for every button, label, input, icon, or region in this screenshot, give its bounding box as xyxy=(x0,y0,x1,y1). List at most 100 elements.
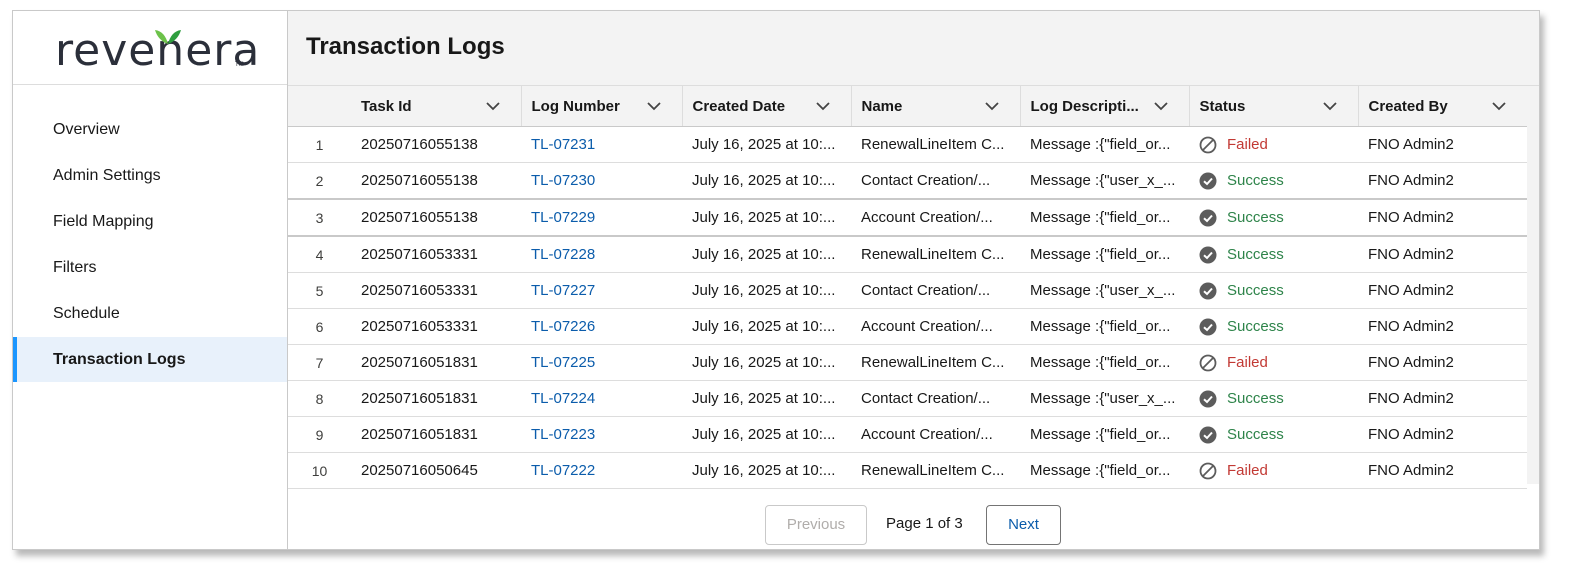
log-number-link[interactable]: TL-07222 xyxy=(531,462,595,479)
chevron-down-icon[interactable] xyxy=(485,98,501,114)
cell-created-date: July 16, 2025 at 10:... xyxy=(682,272,851,309)
column-header-label: Status xyxy=(1199,97,1246,115)
column-header-label: Created By xyxy=(1368,97,1448,115)
table-row[interactable]: 10 20250716050645 TL-07222 July 16, 2025 at… xyxy=(288,452,1527,489)
column-header-label: Log Number xyxy=(531,97,620,115)
sidebar: revenera TM Overview Admin Settings Fiel… xyxy=(13,11,288,549)
cell-description: Message :{"field_or... xyxy=(1020,344,1189,381)
cell-created-by: FNO Admin2 xyxy=(1358,198,1527,237)
previous-button[interactable]: Previous xyxy=(765,505,867,545)
sidebar-item-label: Overview xyxy=(53,121,120,138)
row-number: 5 xyxy=(288,272,351,309)
chevron-down-icon[interactable] xyxy=(1491,98,1507,114)
cell-created-date: July 16, 2025 at 10:... xyxy=(682,126,851,163)
column-header-created-by[interactable]: Created By xyxy=(1358,86,1528,127)
table-row[interactable]: 7 20250716051831 TL-07225 July 16, 2025 at … xyxy=(288,344,1527,381)
cell-status: Success xyxy=(1189,236,1358,273)
log-number-link[interactable]: TL-07225 xyxy=(531,354,595,371)
sidebar-nav: Overview Admin Settings Field Mapping Fi… xyxy=(13,107,287,382)
status-text: Success xyxy=(1227,246,1284,263)
chevron-down-icon[interactable] xyxy=(815,98,831,114)
next-button[interactable]: Next xyxy=(986,505,1061,545)
row-number-header xyxy=(288,86,351,127)
status-text: Failed xyxy=(1227,354,1268,371)
table-row[interactable]: 5 20250716053331 TL-07227 July 16, 2025 at … xyxy=(288,272,1527,309)
cell-description: Message :{"field_or... xyxy=(1020,452,1189,489)
sidebar-item-filters[interactable]: Filters xyxy=(13,245,287,291)
check-circle-icon xyxy=(1199,426,1217,443)
status-badge: Success xyxy=(1199,282,1358,300)
log-number-link[interactable]: TL-07223 xyxy=(531,426,595,443)
cell-created-by: FNO Admin2 xyxy=(1358,452,1527,489)
log-number-link[interactable]: TL-07227 xyxy=(531,282,595,299)
row-number: 4 xyxy=(288,236,351,273)
cell-created-by: FNO Admin2 xyxy=(1358,308,1527,345)
sidebar-item-label: Transaction Logs xyxy=(53,351,186,368)
log-number-link[interactable]: TL-07224 xyxy=(531,390,595,407)
sidebar-item-label: Admin Settings xyxy=(53,167,161,184)
table-row[interactable]: 9 20250716051831 TL-07223 July 16, 2025 at … xyxy=(288,416,1527,453)
cell-description: Message :{"field_or... xyxy=(1020,416,1189,453)
column-header-task-id[interactable]: Task Id xyxy=(351,86,522,127)
cell-created-date: July 16, 2025 at 10:... xyxy=(682,416,851,453)
status-text: Failed xyxy=(1227,136,1268,153)
column-header-name[interactable]: Name xyxy=(851,86,1021,127)
cell-task-id: 20250716053331 xyxy=(351,308,521,345)
chevron-down-icon[interactable] xyxy=(646,98,662,114)
cell-name: RenewalLineItem C... xyxy=(851,344,1020,381)
transaction-logs-table: Task Id Log Number Created Date Name Log… xyxy=(288,86,1528,489)
log-number-link[interactable]: TL-07228 xyxy=(531,246,595,263)
sidebar-item-overview[interactable]: Overview xyxy=(13,107,287,153)
column-header-status[interactable]: Status xyxy=(1189,86,1359,127)
column-header-label: Task Id xyxy=(361,97,412,115)
trademark: TM xyxy=(235,62,244,68)
row-number: 8 xyxy=(288,380,351,417)
cell-log-number: TL-07225 xyxy=(521,344,682,381)
column-header-log-description[interactable]: Log Descripti... xyxy=(1020,86,1190,127)
log-number-link[interactable]: TL-07226 xyxy=(531,318,595,335)
table-row[interactable]: 1 20250716055138 TL-07231 July 16, 2025 at … xyxy=(288,126,1527,163)
chevron-down-icon[interactable] xyxy=(1153,98,1169,114)
pagination: Previous Page 1 of 3 Next xyxy=(288,505,1539,545)
sidebar-item-admin-settings[interactable]: Admin Settings xyxy=(13,153,287,199)
cell-name: Account Creation/... xyxy=(851,416,1020,453)
cell-task-id: 20250716055138 xyxy=(351,198,521,237)
status-badge: Success xyxy=(1199,318,1358,336)
status-text: Success xyxy=(1227,172,1284,189)
table-row[interactable]: 2 20250716055138 TL-07230 July 16, 2025 at … xyxy=(288,162,1527,200)
cell-status: Success xyxy=(1189,198,1358,237)
chevron-down-icon[interactable] xyxy=(984,98,1000,114)
status-text: Success xyxy=(1227,318,1284,335)
table-scrollbar[interactable] xyxy=(1527,86,1539,484)
cell-created-date: July 16, 2025 at 10:... xyxy=(682,162,851,200)
cell-task-id: 20250716051831 xyxy=(351,416,521,453)
sidebar-item-field-mapping[interactable]: Field Mapping xyxy=(13,199,287,245)
cell-name: Contact Creation/... xyxy=(851,272,1020,309)
log-number-link[interactable]: TL-07231 xyxy=(531,136,595,153)
revenera-logo: revenera TM xyxy=(13,11,287,85)
main-panel: Transaction Logs Task Id Log Number Crea… xyxy=(288,11,1539,549)
log-number-link[interactable]: TL-07229 xyxy=(531,209,595,226)
column-header-log-number[interactable]: Log Number xyxy=(521,86,683,127)
table-row[interactable]: 4 20250716053331 TL-07228 July 16, 2025 at … xyxy=(288,236,1527,273)
cell-task-id: 20250716050645 xyxy=(351,452,521,489)
cell-created-by: FNO Admin2 xyxy=(1358,272,1527,309)
row-number: 10 xyxy=(288,452,351,489)
table-row[interactable]: 3 20250716055138 TL-07229 July 16, 2025 at … xyxy=(288,198,1527,237)
column-header-created-date[interactable]: Created Date xyxy=(682,86,852,127)
leaf-icon xyxy=(155,30,181,44)
row-number: 1 xyxy=(288,126,351,163)
log-number-link[interactable]: TL-07230 xyxy=(531,172,595,189)
cell-description: Message :{"user_x_... xyxy=(1020,162,1189,200)
table-row[interactable]: 8 20250716051831 TL-07224 July 16, 2025 at … xyxy=(288,380,1527,417)
cell-status: Success xyxy=(1189,308,1358,345)
sidebar-item-transaction-logs[interactable]: Transaction Logs xyxy=(13,337,287,382)
row-number: 2 xyxy=(288,162,351,200)
page-header: Transaction Logs xyxy=(288,11,1539,86)
page-info: Page 1 of 3 xyxy=(886,515,963,532)
table-row[interactable]: 6 20250716053331 TL-07226 July 16, 2025 at … xyxy=(288,308,1527,345)
sidebar-item-label: Filters xyxy=(53,259,97,276)
chevron-down-icon[interactable] xyxy=(1322,98,1338,114)
cell-log-number: TL-07228 xyxy=(521,236,682,273)
sidebar-item-schedule[interactable]: Schedule xyxy=(13,291,287,337)
